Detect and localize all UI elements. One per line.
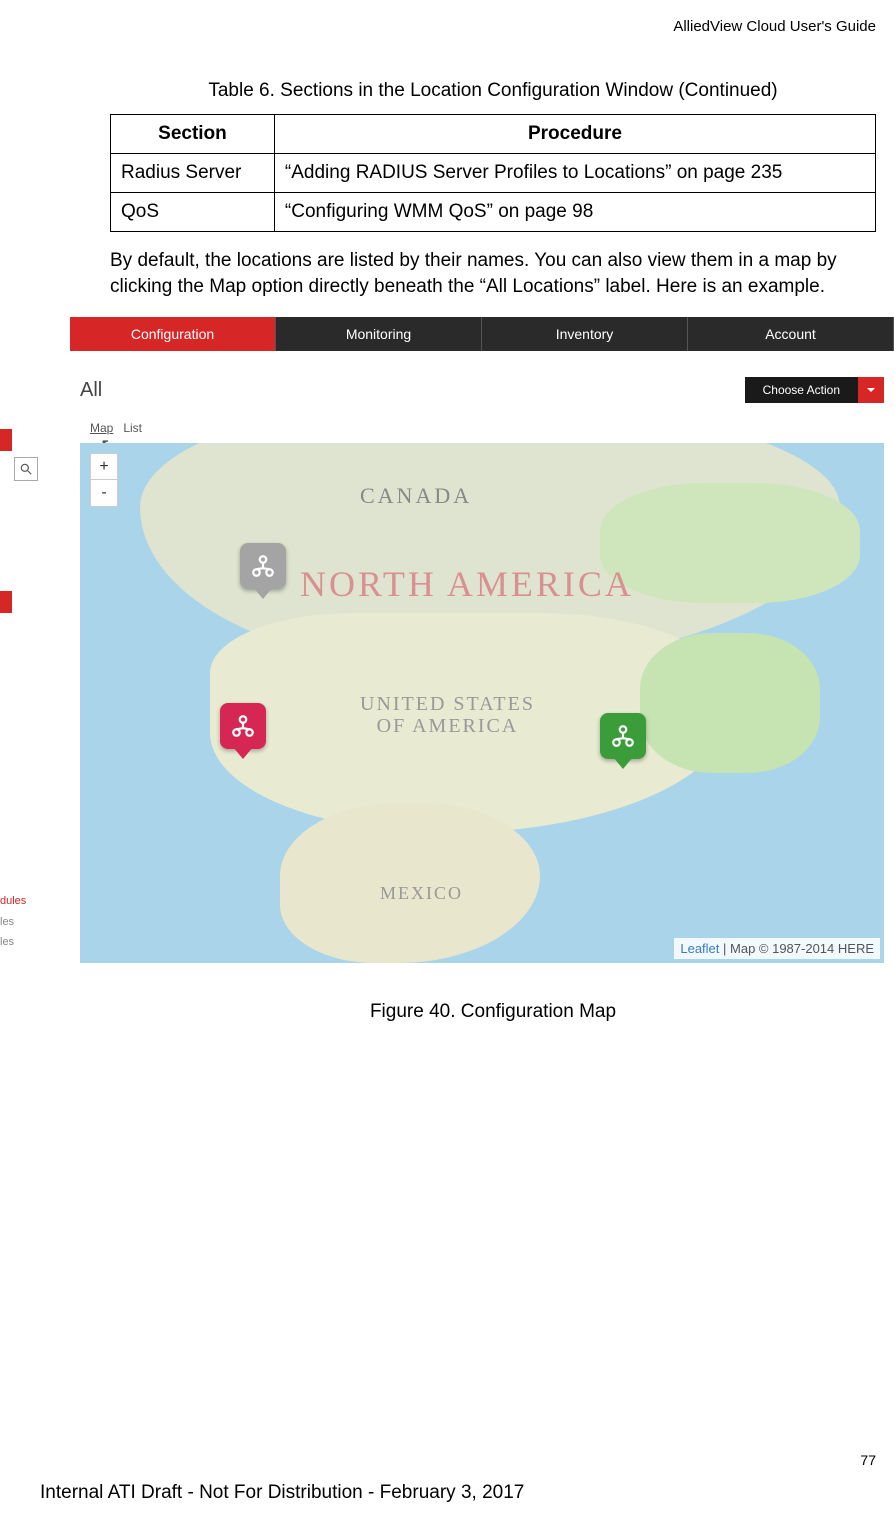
table-row: QoS “Configuring WMM QoS” on page 98 (111, 193, 876, 232)
sidebar-accent (0, 429, 12, 451)
tab-account[interactable]: Account (688, 317, 894, 351)
search-icon[interactable] (14, 457, 38, 481)
choose-action-label: Choose Action (745, 377, 858, 403)
table-row: Radius Server “Adding RADIUS Server Prof… (111, 154, 876, 193)
map-label-line: OF AMERICA (377, 715, 519, 737)
map-landmass (600, 483, 860, 603)
cell-procedure: “Configuring WMM QoS” on page 98 (274, 193, 875, 232)
page-title: All (80, 379, 102, 402)
choose-action-dropdown[interactable]: Choose Action (745, 377, 884, 403)
sidebar-item-label[interactable]: les (0, 912, 26, 933)
cell-procedure: “Adding RADIUS Server Profiles to Locati… (274, 154, 875, 193)
running-header: AlliedView Cloud User's Guide (673, 18, 876, 35)
location-pin-grey[interactable] (240, 543, 286, 589)
map-label-canada: CANADA (360, 483, 472, 509)
footer-draft-notice: Internal ATI Draft - Not For Distributio… (40, 1482, 524, 1504)
sidebar-item-label[interactable]: dules (0, 891, 26, 912)
map-attribution: Leaflet | Map © 1987-2014 HERE (674, 938, 880, 959)
map-label-line: UNITED STATES (360, 693, 535, 715)
page-number: 77 (860, 1452, 876, 1468)
sidebar-accent (0, 591, 12, 613)
embedded-screenshot: Configuration Monitoring Inventory Accou… (0, 317, 894, 971)
location-pin-green[interactable] (600, 713, 646, 759)
sidebar-item-label[interactable]: les (0, 932, 26, 953)
view-toggle: Map List ↖ (90, 421, 142, 435)
cell-section: QoS (111, 193, 275, 232)
map-landmass (640, 633, 820, 773)
th-section: Section (111, 115, 275, 154)
chevron-down-icon[interactable] (858, 377, 884, 403)
device-icon (230, 713, 256, 739)
table-caption: Table 6. Sections in the Location Config… (110, 80, 876, 102)
tab-configuration[interactable]: Configuration (70, 317, 276, 351)
map[interactable]: CANADA NORTH AMERICA UNITED STATES OF AM… (80, 443, 884, 963)
sections-table: Section Procedure Radius Server “Adding … (110, 114, 876, 232)
map-label-mexico: MEXICO (380, 883, 463, 904)
device-icon (250, 553, 276, 579)
view-list-link[interactable]: List (123, 421, 142, 435)
tab-inventory[interactable]: Inventory (482, 317, 688, 351)
body-paragraph: By default, the locations are listed by … (110, 248, 876, 299)
th-procedure: Procedure (274, 115, 875, 154)
device-icon (610, 723, 636, 749)
tab-monitoring[interactable]: Monitoring (276, 317, 482, 351)
nav-spacer (0, 317, 70, 351)
leaflet-link[interactable]: Leaflet (680, 941, 719, 956)
figure-caption: Figure 40. Configuration Map (110, 1001, 876, 1023)
cell-section: Radius Server (111, 154, 275, 193)
attribution-text: | Map © 1987-2014 HERE (719, 941, 874, 956)
zoom-control: + - (90, 453, 118, 507)
view-map-link[interactable]: Map (90, 421, 113, 435)
sidebar: dules les les (0, 351, 70, 971)
location-pin-red[interactable] (220, 703, 266, 749)
zoom-in-button[interactable]: + (91, 454, 117, 480)
zoom-out-button[interactable]: - (91, 480, 117, 506)
nav-bar: Configuration Monitoring Inventory Accou… (0, 317, 894, 351)
map-label-usa: UNITED STATES OF AMERICA (360, 693, 535, 737)
map-label-north-america: NORTH AMERICA (300, 563, 634, 605)
sidebar-labels: dules les les (0, 891, 26, 954)
